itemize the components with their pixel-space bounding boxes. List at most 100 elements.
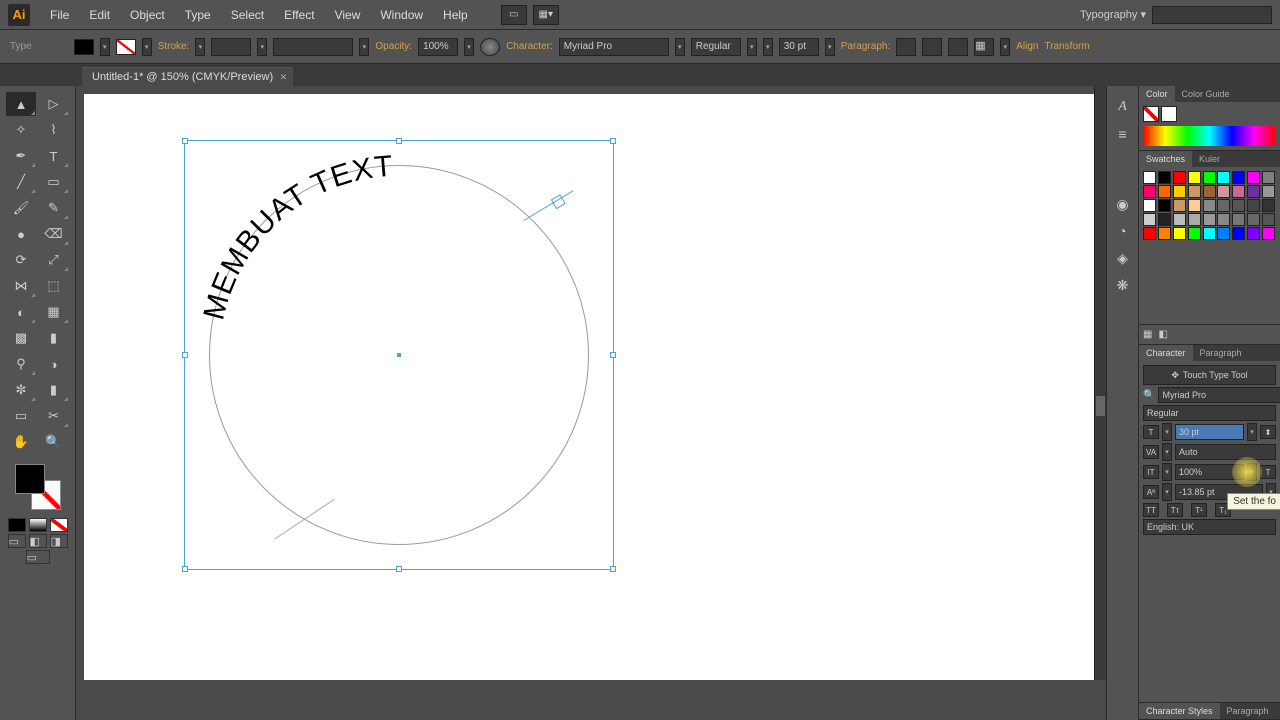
swatch[interactable] xyxy=(1158,227,1171,240)
selection-bounding-box[interactable]: MEMBUAT TEXT MELINGKAR DENGAN ADOBE ILLU… xyxy=(184,140,614,570)
character-panel-icon[interactable]: A xyxy=(1111,95,1135,119)
char-font-style-input[interactable] xyxy=(1143,405,1276,421)
tab-swatches[interactable]: Swatches xyxy=(1139,151,1192,167)
draw-behind-btn[interactable]: ◧ xyxy=(29,534,47,548)
align-right-btn[interactable] xyxy=(948,38,968,56)
tab-kuler[interactable]: Kuler xyxy=(1192,151,1227,167)
graph-tool[interactable]: ▮ xyxy=(39,378,69,402)
stroke-weight-dd[interactable] xyxy=(257,38,267,56)
symbol-sprayer-tool[interactable]: ✼ xyxy=(6,378,36,402)
swatch[interactable] xyxy=(1143,213,1156,226)
gradient-tool[interactable]: ▮ xyxy=(39,326,69,350)
fill-dd[interactable] xyxy=(100,38,110,56)
stroke-indicator[interactable] xyxy=(1161,106,1177,122)
draw-inside-btn[interactable]: ◨ xyxy=(50,534,68,548)
show-swatch-kinds-icon[interactable]: ◧ xyxy=(1158,329,1167,340)
opacity-dd[interactable] xyxy=(464,38,474,56)
free-transform-tool[interactable]: ⬚ xyxy=(39,274,69,298)
blend-tool[interactable]: ◑ xyxy=(39,352,69,376)
blob-brush-tool[interactable]: ● xyxy=(6,222,36,246)
smallcaps-icon[interactable]: Tᴛ xyxy=(1167,503,1183,517)
align-link[interactable]: Align xyxy=(1016,41,1038,52)
layers-panel-icon[interactable]: ◈ xyxy=(1111,246,1135,270)
swatch[interactable] xyxy=(1173,171,1186,184)
char-language-select[interactable] xyxy=(1143,519,1276,535)
zoom-tool[interactable]: 🔍 xyxy=(39,430,69,454)
swatch-libraries-icon[interactable]: ▦ xyxy=(1143,329,1152,340)
swatch[interactable] xyxy=(1203,171,1216,184)
swatch[interactable] xyxy=(1232,171,1245,184)
document-tab[interactable]: Untitled-1* @ 150% (CMYK/Preview) ✕ xyxy=(82,67,293,86)
fill-color[interactable] xyxy=(15,464,45,494)
close-icon[interactable]: ✕ xyxy=(280,72,288,83)
align-panel-btn[interactable]: ▦ xyxy=(974,38,994,56)
mesh-tool[interactable]: ▩ xyxy=(6,326,36,350)
char-vscale-step[interactable] xyxy=(1162,463,1172,481)
direct-selection-tool[interactable]: ▷ xyxy=(39,92,69,116)
font-style-input[interactable] xyxy=(691,38,741,56)
font-size-dd[interactable] xyxy=(825,38,835,56)
shape-builder-tool[interactable]: ◐ xyxy=(6,300,36,324)
tab-character[interactable]: Character xyxy=(1139,345,1193,361)
swatch[interactable] xyxy=(1232,185,1245,198)
swatch[interactable] xyxy=(1203,227,1216,240)
swatch[interactable] xyxy=(1158,213,1171,226)
hand-tool[interactable]: ✋ xyxy=(6,430,36,454)
swatch[interactable] xyxy=(1173,185,1186,198)
char-size-dd[interactable] xyxy=(1247,423,1257,441)
menu-window[interactable]: Window xyxy=(370,8,433,22)
align-panel-dd[interactable] xyxy=(1000,38,1010,56)
opacity-label[interactable]: Opacity: xyxy=(375,41,412,52)
path-text[interactable]: MEMBUAT TEXT MELINGKAR DENGAN ADOBE ILLU… xyxy=(185,141,613,569)
menu-edit[interactable]: Edit xyxy=(79,8,120,22)
swatch[interactable] xyxy=(1158,171,1171,184)
swatch[interactable] xyxy=(1262,199,1275,212)
char-font-family-input[interactable] xyxy=(1158,387,1280,403)
width-tool[interactable]: ⋈ xyxy=(6,274,36,298)
screen-mode-btn[interactable]: ▭ xyxy=(26,550,50,564)
workspace-switcher[interactable]: Typography ▾ xyxy=(1080,8,1146,21)
fill-indicator[interactable] xyxy=(1143,106,1159,122)
menu-file[interactable]: File xyxy=(40,8,79,22)
font-family-input[interactable] xyxy=(559,38,669,56)
swatch[interactable] xyxy=(1247,199,1260,212)
symbols-panel-icon[interactable]: ❋ xyxy=(1111,273,1135,297)
touch-type-tool-btn[interactable]: ✥Touch Type Tool xyxy=(1143,365,1276,385)
paragraph-label[interactable]: Paragraph: xyxy=(841,41,890,52)
swatch[interactable] xyxy=(1203,213,1216,226)
eyedropper-tool[interactable]: ⚲ xyxy=(6,352,36,376)
stroke-weight-input[interactable] xyxy=(211,38,251,56)
layout-btn[interactable]: ▭ xyxy=(501,5,527,25)
tab-char-styles[interactable]: Character Styles xyxy=(1139,703,1220,719)
swatch[interactable] xyxy=(1217,213,1230,226)
scrollbar-thumb[interactable] xyxy=(1096,396,1105,416)
swatch[interactable] xyxy=(1217,185,1230,198)
swatch[interactable] xyxy=(1173,199,1186,212)
type-tool[interactable]: T xyxy=(39,144,69,168)
swatch[interactable] xyxy=(1158,185,1171,198)
stroke-weight-step[interactable] xyxy=(195,38,205,56)
graphic-styles-panel-icon[interactable]: ◔ xyxy=(1111,219,1135,243)
stroke-dd[interactable] xyxy=(142,38,152,56)
draw-normal-btn[interactable]: ▭ xyxy=(8,534,26,548)
menu-object[interactable]: Object xyxy=(120,8,175,22)
transform-link[interactable]: Transform xyxy=(1044,41,1089,52)
swatch[interactable] xyxy=(1247,213,1260,226)
stroke-swatch[interactable] xyxy=(116,39,136,55)
paintbrush-tool[interactable]: 🖌 xyxy=(6,196,36,220)
menu-help[interactable]: Help xyxy=(433,8,478,22)
rectangle-tool[interactable]: ▭ xyxy=(39,170,69,194)
artboard-tool[interactable]: ▭ xyxy=(6,404,36,428)
swatch[interactable] xyxy=(1217,227,1230,240)
char-vscale-dd[interactable] xyxy=(1247,463,1257,481)
swatch[interactable] xyxy=(1247,171,1260,184)
menu-view[interactable]: View xyxy=(325,8,371,22)
swatch[interactable] xyxy=(1188,171,1201,184)
swatch[interactable] xyxy=(1217,199,1230,212)
font-style-dd[interactable] xyxy=(747,38,757,56)
lasso-tool[interactable]: ⌇ xyxy=(39,118,69,142)
perspective-tool[interactable]: ▦ xyxy=(39,300,69,324)
swatch[interactable] xyxy=(1188,213,1201,226)
swatch[interactable] xyxy=(1232,227,1245,240)
swatch[interactable] xyxy=(1203,185,1216,198)
